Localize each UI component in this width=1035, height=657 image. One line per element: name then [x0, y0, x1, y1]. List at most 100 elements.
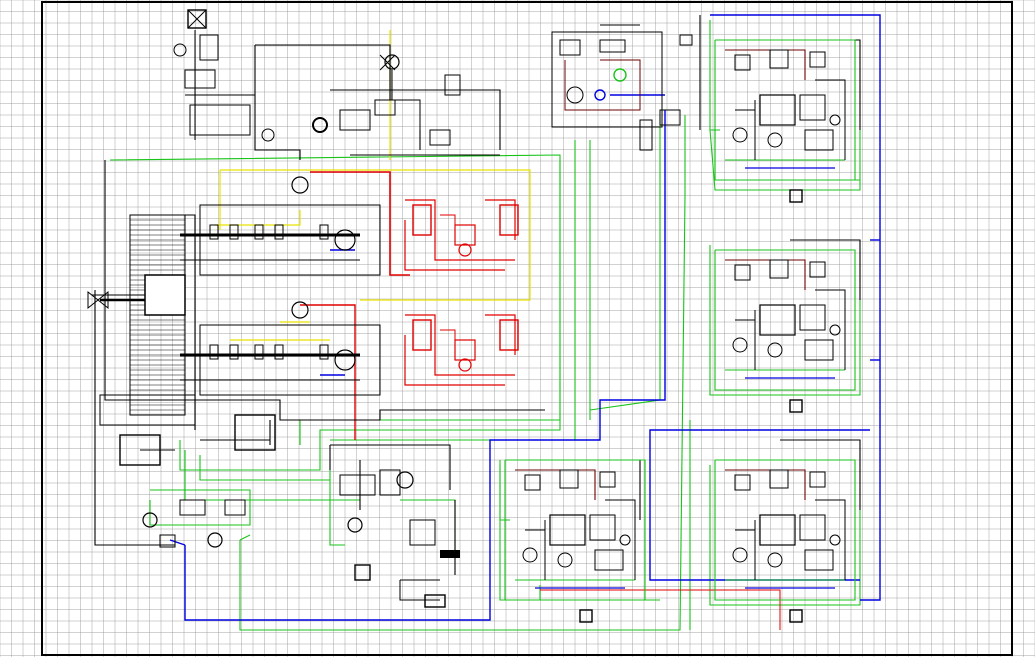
red-hydraulic-circuit-upper: [404, 199, 519, 271]
valve-block: [229, 224, 239, 240]
unit-drain: [789, 399, 803, 413]
green-interconnect-line: [709, 245, 861, 396]
green-interconnect-line: [149, 489, 251, 526]
panel-frame: [551, 31, 663, 128]
black-pipe-line: [330, 444, 451, 490]
tank-body: [639, 119, 653, 151]
valve-line: [391, 70, 421, 130]
component-box: [224, 499, 246, 516]
heat-exchanger: [189, 104, 251, 136]
unit-component: [799, 514, 826, 541]
unit-component: [769, 49, 789, 69]
top-left-feed-assembly: [173, 9, 371, 142]
green-interconnect-line: [709, 465, 861, 606]
black-pipe-line: [575, 459, 641, 520]
unit-pump: [732, 127, 748, 143]
pump-line: [399, 580, 440, 601]
unit-pump: [557, 552, 573, 568]
unit-gauge: [829, 534, 841, 546]
drain-box: [424, 594, 446, 608]
unit-drain: [789, 189, 803, 203]
yellow-signal-line: [215, 210, 301, 226]
green-interconnect-line: [329, 470, 345, 546]
label-plate: [440, 550, 460, 558]
red-cylinder: [412, 319, 432, 351]
unit-gauge: [619, 534, 631, 546]
valve-block: [254, 224, 264, 240]
motor-circle: [291, 176, 309, 194]
component-box: [179, 499, 206, 516]
blue-return-line: [649, 429, 870, 581]
unit-component: [769, 259, 789, 279]
red-valve: [454, 339, 476, 361]
top-center-valve-train: [374, 54, 461, 146]
unit-pump: [767, 132, 783, 148]
panel-dashed-border: [551, 31, 663, 128]
unit-tank: [759, 94, 796, 126]
sheet-frame: [41, 1, 1013, 656]
blue-return-line: [184, 110, 666, 621]
unit-pump: [732, 547, 748, 563]
unit-component: [594, 549, 624, 571]
yellow-signal-loop-upper: [200, 30, 531, 356]
unit-component: [734, 264, 751, 281]
indicator-circle: [613, 68, 627, 82]
valve-block: [374, 99, 396, 116]
red-line: [440, 214, 456, 240]
valve-block: [209, 344, 219, 360]
valve-block: [209, 224, 219, 240]
propeller-icon: [87, 290, 99, 310]
unit-component: [809, 261, 826, 278]
unit-component: [599, 471, 616, 488]
unit-pump: [522, 547, 538, 563]
unit-component: [769, 469, 789, 489]
red-valve: [454, 224, 476, 246]
lower-transmission: [199, 324, 381, 396]
filter-body: [199, 34, 219, 61]
unit-component: [809, 51, 826, 68]
unit-component: [799, 304, 826, 331]
red-pump: [458, 243, 472, 257]
bottom-left-gauge-cluster: [142, 499, 246, 548]
black-pipe-line: [255, 44, 391, 60]
main-driveline-block: [87, 176, 381, 466]
unit-gauge: [829, 114, 841, 126]
component-box: [559, 39, 581, 56]
red-line: [440, 329, 456, 355]
green-interconnect-line: [184, 450, 360, 501]
motor-circle: [312, 117, 328, 133]
gear-coupling: [144, 274, 186, 316]
valve-block: [319, 344, 329, 360]
unit-component: [804, 339, 834, 361]
top-control-panel: [551, 31, 693, 151]
unit-pump: [767, 552, 783, 568]
unit-drain: [579, 609, 593, 623]
unit-component: [799, 94, 826, 121]
unit-component: [734, 54, 751, 71]
red-line: [540, 589, 781, 630]
unit-component: [589, 514, 616, 541]
red-pump: [458, 358, 472, 372]
valve-block: [319, 224, 329, 240]
pump-body: [184, 69, 216, 89]
black-pipe-line: [330, 89, 501, 150]
green-interconnect-line: [589, 115, 661, 411]
valve-block: [339, 109, 371, 131]
green-interconnect-line: [239, 115, 686, 631]
valve-block: [254, 344, 264, 360]
green-interconnect-line: [400, 499, 456, 555]
red-cylinder: [412, 204, 432, 236]
drain-box: [354, 564, 371, 581]
unit-component: [804, 129, 834, 151]
component-box: [409, 519, 436, 546]
unit-component: [809, 471, 826, 488]
red-hydraulic-circuits: [300, 171, 781, 630]
unit-component: [524, 474, 541, 491]
black-pipe-line: [254, 45, 301, 160]
gauge: [207, 532, 223, 548]
component-box: [339, 474, 376, 496]
green-interconnect-line: [499, 460, 660, 601]
component-box: [659, 109, 681, 126]
unit-drain: [789, 609, 803, 623]
black-pipe-line: [94, 290, 175, 546]
